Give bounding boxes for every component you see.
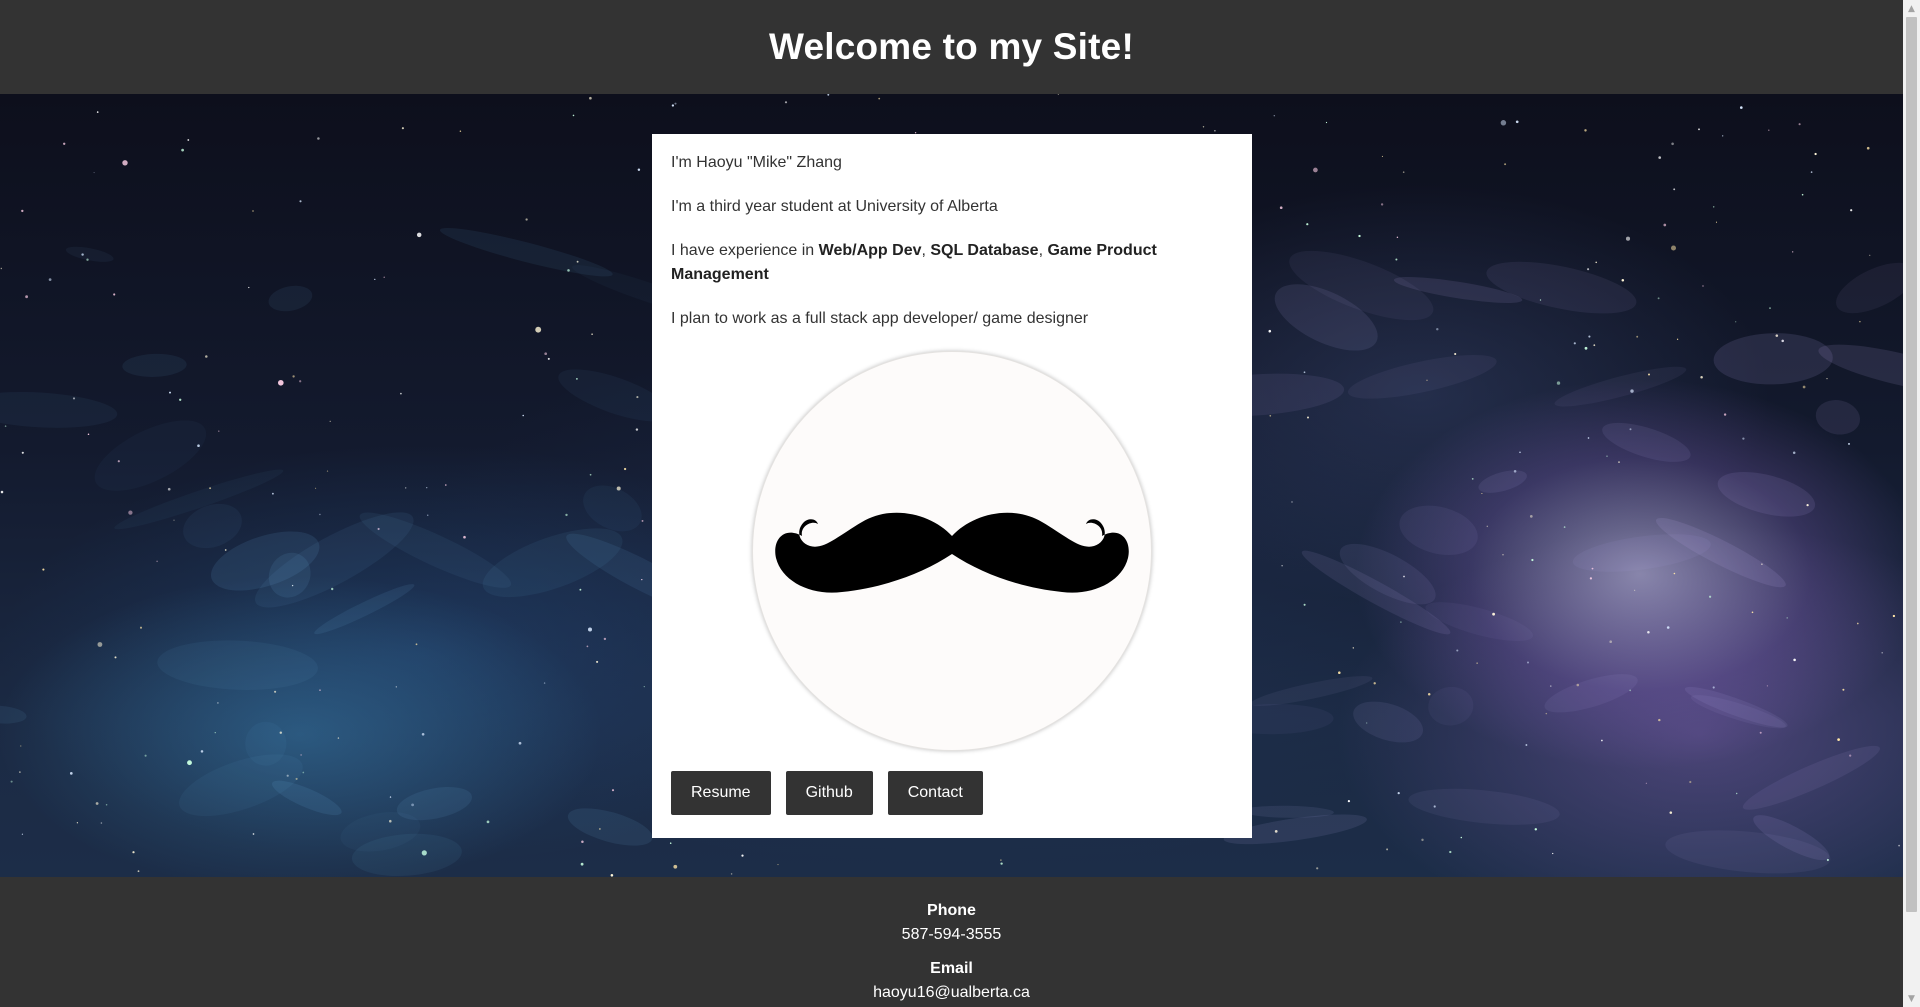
- site-header: Welcome to my Site!: [0, 0, 1903, 94]
- hero-section: I'm Haoyu "Mike" Zhang I'm a third year …: [0, 94, 1903, 877]
- github-button[interactable]: Github: [785, 771, 873, 815]
- email-value[interactable]: haoyu16@ualberta.ca: [0, 981, 1903, 1005]
- email-label: Email: [930, 960, 973, 977]
- page-title: Welcome to my Site!: [769, 26, 1134, 67]
- scroll-down-arrow-icon[interactable]: ▼: [1903, 990, 1920, 1007]
- resume-button[interactable]: Resume: [671, 771, 771, 815]
- avatar: [752, 351, 1152, 751]
- skill-sql-database: SQL Database: [930, 242, 1039, 259]
- skill-web-app-dev: Web/App Dev: [818, 242, 922, 259]
- contact-button[interactable]: Contact: [887, 771, 983, 815]
- intro-name: I'm Haoyu "Mike" Zhang: [671, 154, 842, 171]
- page: Welcome to my Site! I'm Haoyu "Mike" Zha…: [0, 0, 1920, 1007]
- intro-education: I'm a third year student at University o…: [671, 198, 998, 215]
- viewport: Welcome to my Site! I'm Haoyu "Mike" Zha…: [0, 0, 1903, 1007]
- experience-prefix: I have experience in: [671, 242, 819, 259]
- phone-value[interactable]: 587-594-3555: [0, 923, 1903, 947]
- intro-experience: I have experience in Web/App Dev, SQL Da…: [671, 239, 1233, 287]
- button-row: Resume Github Contact: [671, 771, 1233, 815]
- vertical-scrollbar[interactable]: ▲ ▼: [1903, 0, 1920, 1007]
- intro-card: I'm Haoyu "Mike" Zhang I'm a third year …: [652, 134, 1252, 838]
- site-footer: Phone 587-594-3555 Email haoyu16@ualbert…: [0, 877, 1903, 1007]
- email-group: Email haoyu16@ualberta.ca: [0, 957, 1903, 1005]
- scrollbar-thumb[interactable]: [1906, 17, 1917, 912]
- mustache-icon: [775, 512, 1129, 593]
- phone-group: Phone 587-594-3555: [0, 899, 1903, 947]
- scroll-up-arrow-icon[interactable]: ▲: [1903, 0, 1920, 17]
- avatar-wrapper: [671, 351, 1233, 751]
- intro-plan: I plan to work as a full stack app devel…: [671, 310, 1089, 327]
- phone-label: Phone: [927, 902, 976, 919]
